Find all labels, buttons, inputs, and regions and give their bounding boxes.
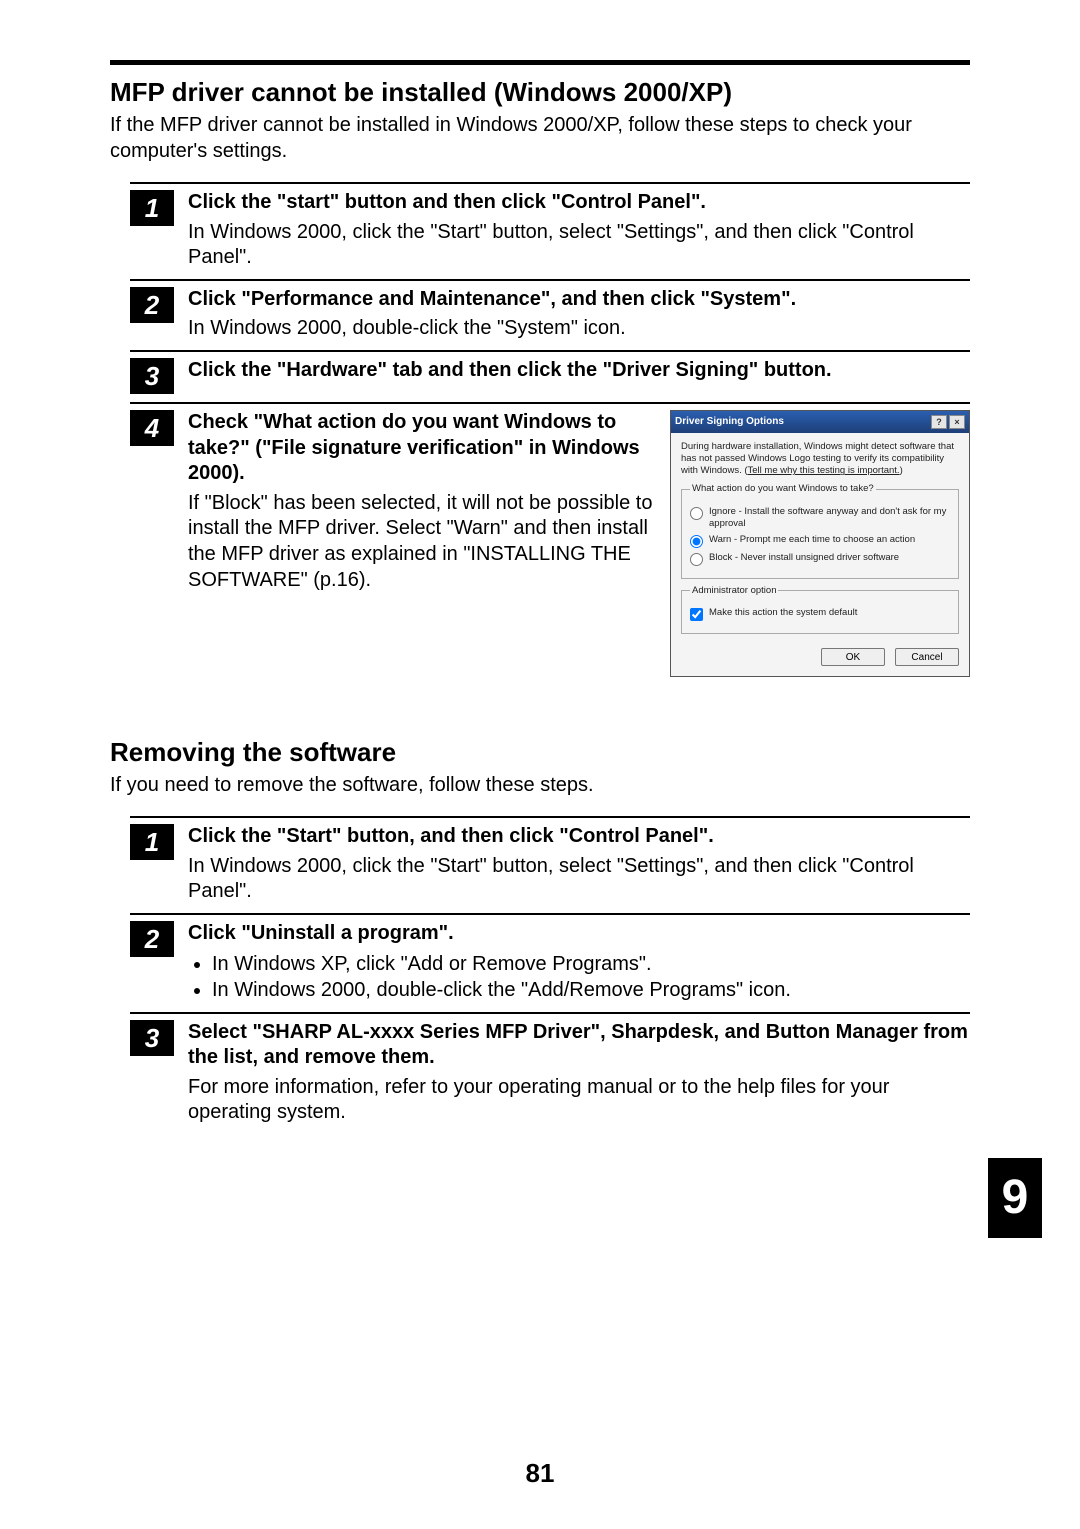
step-3: 3 Click the "Hardware" tab and then clic…	[130, 350, 970, 394]
radio-ignore-label: Ignore - Install the software anyway and…	[709, 506, 950, 530]
step-1: 1 Click the "start" button and then clic…	[130, 182, 970, 271]
admin-legend: Administrator option	[690, 585, 778, 597]
step-title: Click "Performance and Maintenance", and…	[188, 287, 970, 313]
section1-steps: 1 Click the "start" button and then clic…	[130, 182, 970, 677]
radio-block-row: Block - Never install unsigned driver so…	[690, 552, 950, 566]
dialog-body: During hardware installation, Windows mi…	[671, 433, 969, 640]
step-title: Click the "Hardware" tab and then click …	[188, 358, 970, 384]
close-button[interactable]: ×	[949, 415, 965, 429]
dialog-titlebar: Driver Signing Options ? ×	[671, 411, 969, 433]
step-title: Select "SHARP AL-xxxx Series MFP Driver"…	[188, 1020, 970, 1071]
step-number: 3	[130, 1020, 174, 1056]
chapter-tab: 9	[988, 1158, 1042, 1238]
section2-title: Removing the software	[110, 737, 970, 768]
step-desc: In Windows 2000, click the "Start" butto…	[188, 220, 970, 271]
radio-warn-label: Warn - Prompt me each time to choose an …	[709, 534, 915, 546]
section1-intro: If the MFP driver cannot be installed in…	[110, 112, 970, 164]
action-fieldset: What action do you want Windows to take?…	[681, 483, 959, 578]
dialog-link[interactable]: Tell me why this testing is important.	[748, 465, 900, 476]
check-default[interactable]	[690, 608, 703, 621]
step-desc: In Windows XP, click "Add or Remove Prog…	[188, 952, 970, 1003]
step-desc: For more information, refer to your oper…	[188, 1075, 970, 1126]
bullet-item: In Windows XP, click "Add or Remove Prog…	[212, 952, 970, 978]
step-body: Select "SHARP AL-xxxx Series MFP Driver"…	[188, 1020, 970, 1126]
step-number: 3	[130, 358, 174, 394]
step-body: Click the "Hardware" tab and then click …	[188, 358, 970, 388]
step-body: Click the "Start" button, and then click…	[188, 824, 970, 905]
step-number: 4	[130, 410, 174, 446]
step-body: Click "Performance and Maintenance", and…	[188, 287, 970, 342]
titlebar-buttons: ? ×	[931, 415, 965, 429]
remove-step-2: 2 Click "Uninstall a program". In Window…	[130, 913, 970, 1004]
radio-warn-row: Warn - Prompt me each time to choose an …	[690, 534, 950, 548]
step-body: Click "Uninstall a program". In Windows …	[188, 921, 970, 1004]
bullet-item: In Windows 2000, double-click the "Add/R…	[212, 978, 970, 1004]
top-rule	[110, 60, 970, 65]
section1-title: MFP driver cannot be installed (Windows …	[110, 77, 970, 108]
section2: Removing the software If you need to rem…	[110, 737, 970, 1126]
section2-intro: If you need to remove the software, foll…	[110, 772, 970, 798]
step2-bullets: In Windows XP, click "Add or Remove Prog…	[212, 952, 970, 1003]
dialog-intro-end: )	[900, 465, 903, 476]
remove-step-3: 3 Select "SHARP AL-xxxx Series MFP Drive…	[130, 1012, 970, 1126]
dialog-buttons: OK Cancel	[671, 640, 969, 676]
step-number: 2	[130, 287, 174, 323]
admin-fieldset: Administrator option Make this action th…	[681, 585, 959, 634]
step-title: Check "What action do you want Windows t…	[188, 410, 654, 487]
step-number: 1	[130, 190, 174, 226]
step-desc: In Windows 2000, click the "Start" butto…	[188, 854, 970, 905]
step-number: 2	[130, 921, 174, 957]
step-title: Click "Uninstall a program".	[188, 921, 970, 947]
ok-button[interactable]: OK	[821, 648, 885, 666]
step4-text: Check "What action do you want Windows t…	[188, 410, 654, 677]
radio-ignore[interactable]	[690, 507, 703, 520]
step-body: Click the "start" button and then click …	[188, 190, 970, 271]
step-desc: In Windows 2000, double-click the "Syste…	[188, 316, 970, 342]
cancel-button[interactable]: Cancel	[895, 648, 959, 666]
step-title: Click the "Start" button, and then click…	[188, 824, 970, 850]
remove-step-1: 1 Click the "Start" button, and then cli…	[130, 816, 970, 905]
action-legend: What action do you want Windows to take?	[690, 483, 876, 495]
help-button[interactable]: ?	[931, 415, 947, 429]
dialog-title: Driver Signing Options	[675, 416, 784, 429]
manual-page: MFP driver cannot be installed (Windows …	[0, 0, 1080, 1529]
driver-signing-dialog: Driver Signing Options ? × During hardwa…	[670, 410, 970, 677]
page-number: 81	[0, 1458, 1080, 1489]
step-desc: If "Block" has been selected, it will no…	[188, 491, 654, 593]
radio-warn[interactable]	[690, 535, 703, 548]
step-title: Click the "start" button and then click …	[188, 190, 970, 216]
step-number: 1	[130, 824, 174, 860]
check-default-row: Make this action the system default	[690, 607, 950, 621]
step-body: Check "What action do you want Windows t…	[188, 410, 970, 677]
dialog-intro: During hardware installation, Windows mi…	[681, 441, 959, 477]
radio-block-label: Block - Never install unsigned driver so…	[709, 552, 899, 564]
section2-steps: 1 Click the "Start" button, and then cli…	[130, 816, 970, 1126]
radio-ignore-row: Ignore - Install the software anyway and…	[690, 506, 950, 530]
check-default-label: Make this action the system default	[709, 607, 857, 619]
step-4: 4 Check "What action do you want Windows…	[130, 402, 970, 677]
radio-block[interactable]	[690, 553, 703, 566]
step-2: 2 Click "Performance and Maintenance", a…	[130, 279, 970, 342]
